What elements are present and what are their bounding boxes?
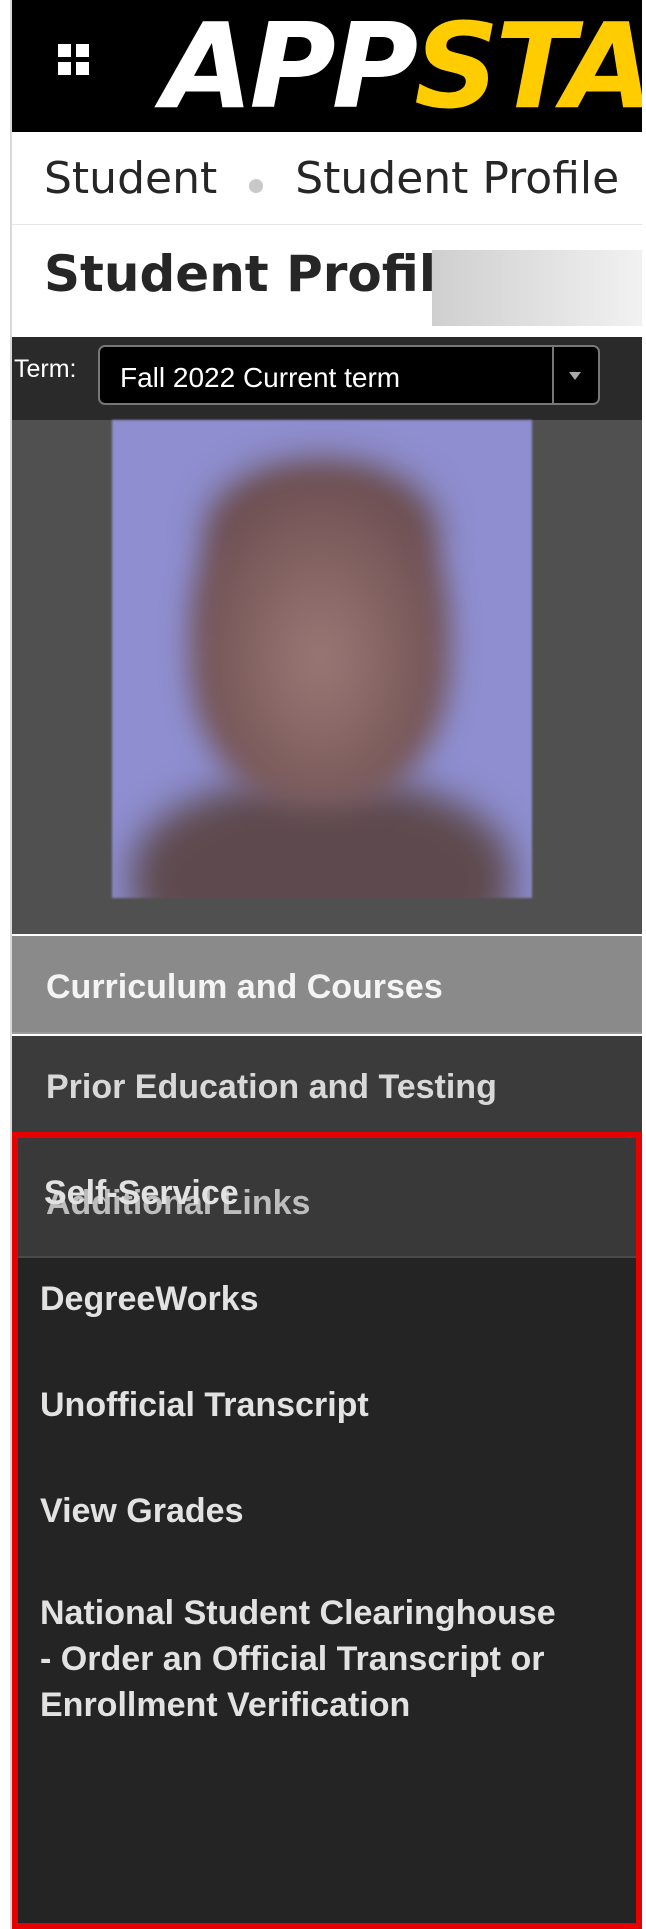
breadcrumb: Student Student Profile	[12, 132, 642, 225]
left-border	[0, 0, 12, 1929]
link-national-student-clearinghouse[interactable]: National Student Clearinghouse - Order a…	[40, 1590, 560, 1728]
nav-item-label: Prior Education and Testing	[46, 1068, 497, 1106]
breadcrumb-student-profile[interactable]: Student Profile	[295, 153, 619, 204]
link-self-service[interactable]: Self-Service	[44, 1170, 239, 1216]
student-profile-panel: APPSTATE Student Student Profile Student…	[12, 0, 642, 1929]
nav-item-label: Curriculum and Courses	[46, 968, 443, 1006]
grid-menu-icon[interactable]	[58, 44, 98, 78]
term-row: Term: Fall 2022 Current term	[12, 337, 642, 420]
student-photo	[112, 420, 532, 898]
link-unofficial-transcript[interactable]: Unofficial Transcript	[40, 1382, 369, 1428]
term-label: Term:	[14, 355, 77, 383]
student-photo-area	[12, 420, 642, 934]
breadcrumb-separator-icon	[249, 179, 264, 193]
term-dropdown-button[interactable]	[552, 347, 598, 403]
link-degreeworks[interactable]: DegreeWorks	[40, 1276, 259, 1322]
chevron-down-icon	[569, 372, 581, 380]
link-view-grades[interactable]: View Grades	[40, 1488, 244, 1534]
breadcrumb-student[interactable]: Student	[44, 153, 217, 204]
page-title: Student Profile	[44, 245, 470, 303]
redacted-student-name	[432, 250, 642, 326]
app-state-logo[interactable]: APPSTATE	[162, 0, 642, 132]
nav-item-prior-education-and-testing[interactable]: Prior Education and Testing	[12, 1036, 642, 1132]
app-header: APPSTATE	[12, 0, 642, 132]
nav-item-curriculum-and-courses[interactable]: Curriculum and Courses	[12, 936, 642, 1034]
term-select[interactable]: Fall 2022 Current term	[98, 345, 600, 405]
term-select-value: Fall 2022 Current term	[120, 362, 401, 393]
